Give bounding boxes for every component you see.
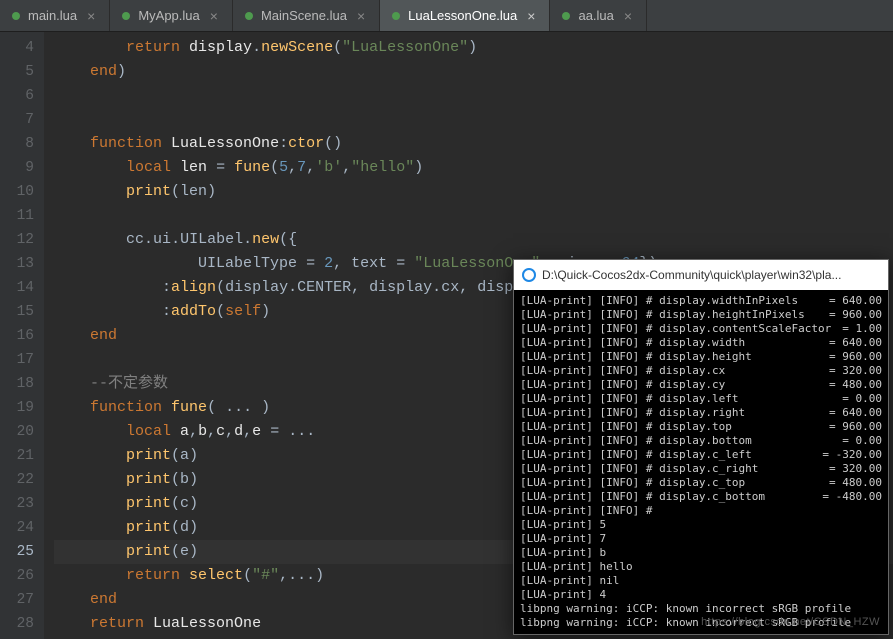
code-line bbox=[54, 204, 893, 228]
console-line: [LUA-print] [INFO] # display.contentScal… bbox=[520, 322, 882, 336]
console-output: [LUA-print] [INFO] # display.widthInPixe… bbox=[514, 290, 888, 634]
console-line: [LUA-print] [INFO] # display.bottom= 0.0… bbox=[520, 434, 882, 448]
line-number: 17 bbox=[0, 348, 34, 372]
console-line: libpng warning: iCCP: known incorrect sR… bbox=[520, 616, 882, 630]
line-gutter: 4567891011121314151617181920212223242526… bbox=[0, 32, 44, 639]
console-line: [LUA-print] [INFO] # display.cx= 320.00 bbox=[520, 364, 882, 378]
console-line: [LUA-print] b bbox=[520, 546, 882, 560]
tab-lualessonone-lua[interactable]: LuaLessonOne.lua × bbox=[380, 0, 550, 31]
tab-main-lua[interactable]: main.lua × bbox=[0, 0, 110, 31]
code-line: function LuaLessonOne:ctor() bbox=[54, 132, 893, 156]
file-status-icon bbox=[245, 12, 253, 20]
tab-bar: main.lua×MyApp.lua×MainScene.lua×LuaLess… bbox=[0, 0, 893, 32]
close-icon[interactable]: × bbox=[208, 9, 220, 23]
line-number: 28 bbox=[0, 612, 34, 636]
line-number: 21 bbox=[0, 444, 34, 468]
line-number: 23 bbox=[0, 492, 34, 516]
line-number: 4 bbox=[0, 36, 34, 60]
line-number: 16 bbox=[0, 324, 34, 348]
console-line: [LUA-print] [INFO] # display.c_right= 32… bbox=[520, 462, 882, 476]
console-line: [LUA-print] nil bbox=[520, 574, 882, 588]
console-titlebar[interactable]: D:\Quick-Cocos2dx-Community\quick\player… bbox=[514, 260, 888, 290]
console-line: libpng warning: iCCP: known incorrect sR… bbox=[520, 602, 882, 616]
tab-mainscene-lua[interactable]: MainScene.lua × bbox=[233, 0, 380, 31]
file-status-icon bbox=[562, 12, 570, 20]
code-line bbox=[54, 108, 893, 132]
console-line: [LUA-print] 4 bbox=[520, 588, 882, 602]
line-number: 8 bbox=[0, 132, 34, 156]
tab-label: LuaLessonOne.lua bbox=[408, 8, 517, 23]
line-number: 19 bbox=[0, 396, 34, 420]
line-number: 11 bbox=[0, 204, 34, 228]
close-icon[interactable]: × bbox=[622, 9, 634, 23]
code-line: local len = fune(5,7,'b',"hello") bbox=[54, 156, 893, 180]
tab-label: main.lua bbox=[28, 8, 77, 23]
console-title-text: D:\Quick-Cocos2dx-Community\quick\player… bbox=[542, 268, 841, 282]
tab-label: aa.lua bbox=[578, 8, 613, 23]
code-line: print(len) bbox=[54, 180, 893, 204]
console-line: [LUA-print] [INFO] # display.widthInPixe… bbox=[520, 294, 882, 308]
line-number: 14 bbox=[0, 276, 34, 300]
console-line: [LUA-print] [INFO] # display.heightInPix… bbox=[520, 308, 882, 322]
line-number: 7 bbox=[0, 108, 34, 132]
file-status-icon bbox=[12, 12, 20, 20]
code-line bbox=[54, 84, 893, 108]
console-line: [LUA-print] [INFO] # display.cy= 480.00 bbox=[520, 378, 882, 392]
console-line: [LUA-print] [INFO] # display.height= 960… bbox=[520, 350, 882, 364]
console-line: [LUA-print] [INFO] # display.left= 0.00 bbox=[520, 392, 882, 406]
line-number: 5 bbox=[0, 60, 34, 84]
console-window[interactable]: D:\Quick-Cocos2dx-Community\quick\player… bbox=[513, 259, 889, 635]
line-number: 12 bbox=[0, 228, 34, 252]
close-icon[interactable]: × bbox=[355, 9, 367, 23]
code-line: end) bbox=[54, 60, 893, 84]
console-line: [LUA-print] 5 bbox=[520, 518, 882, 532]
tab-myapp-lua[interactable]: MyApp.lua × bbox=[110, 0, 233, 31]
line-number: 15 bbox=[0, 300, 34, 324]
line-number: 6 bbox=[0, 84, 34, 108]
line-number: 25 bbox=[0, 540, 34, 564]
tab-label: MyApp.lua bbox=[138, 8, 199, 23]
console-favicon-icon bbox=[522, 268, 536, 282]
line-number: 10 bbox=[0, 180, 34, 204]
console-line: [LUA-print] hello bbox=[520, 560, 882, 574]
close-icon[interactable]: × bbox=[525, 9, 537, 23]
tab-aa-lua[interactable]: aa.lua × bbox=[550, 0, 647, 31]
line-number: 24 bbox=[0, 516, 34, 540]
line-number: 18 bbox=[0, 372, 34, 396]
console-line: [LUA-print] [INFO] # display.width= 640.… bbox=[520, 336, 882, 350]
file-status-icon bbox=[122, 12, 130, 20]
line-number: 20 bbox=[0, 420, 34, 444]
close-icon[interactable]: × bbox=[85, 9, 97, 23]
console-line: [LUA-print] 7 bbox=[520, 532, 882, 546]
tab-label: MainScene.lua bbox=[261, 8, 347, 23]
line-number: 26 bbox=[0, 564, 34, 588]
line-number: 9 bbox=[0, 156, 34, 180]
code-line: return display.newScene("LuaLessonOne") bbox=[54, 36, 893, 60]
console-line: [LUA-print] [INFO] # bbox=[520, 504, 882, 518]
console-line: [LUA-print] [INFO] # display.c_top= 480.… bbox=[520, 476, 882, 490]
file-status-icon bbox=[392, 12, 400, 20]
console-line: [LUA-print] [INFO] # display.c_bottom= -… bbox=[520, 490, 882, 504]
console-line: [LUA-print] [INFO] # display.top= 960.00 bbox=[520, 420, 882, 434]
line-number: 27 bbox=[0, 588, 34, 612]
line-number: 13 bbox=[0, 252, 34, 276]
console-line: [LUA-print] [INFO] # display.right= 640.… bbox=[520, 406, 882, 420]
line-number: 22 bbox=[0, 468, 34, 492]
console-line: [LUA-print] [INFO] # display.c_left= -32… bbox=[520, 448, 882, 462]
code-line: cc.ui.UILabel.new({ bbox=[54, 228, 893, 252]
